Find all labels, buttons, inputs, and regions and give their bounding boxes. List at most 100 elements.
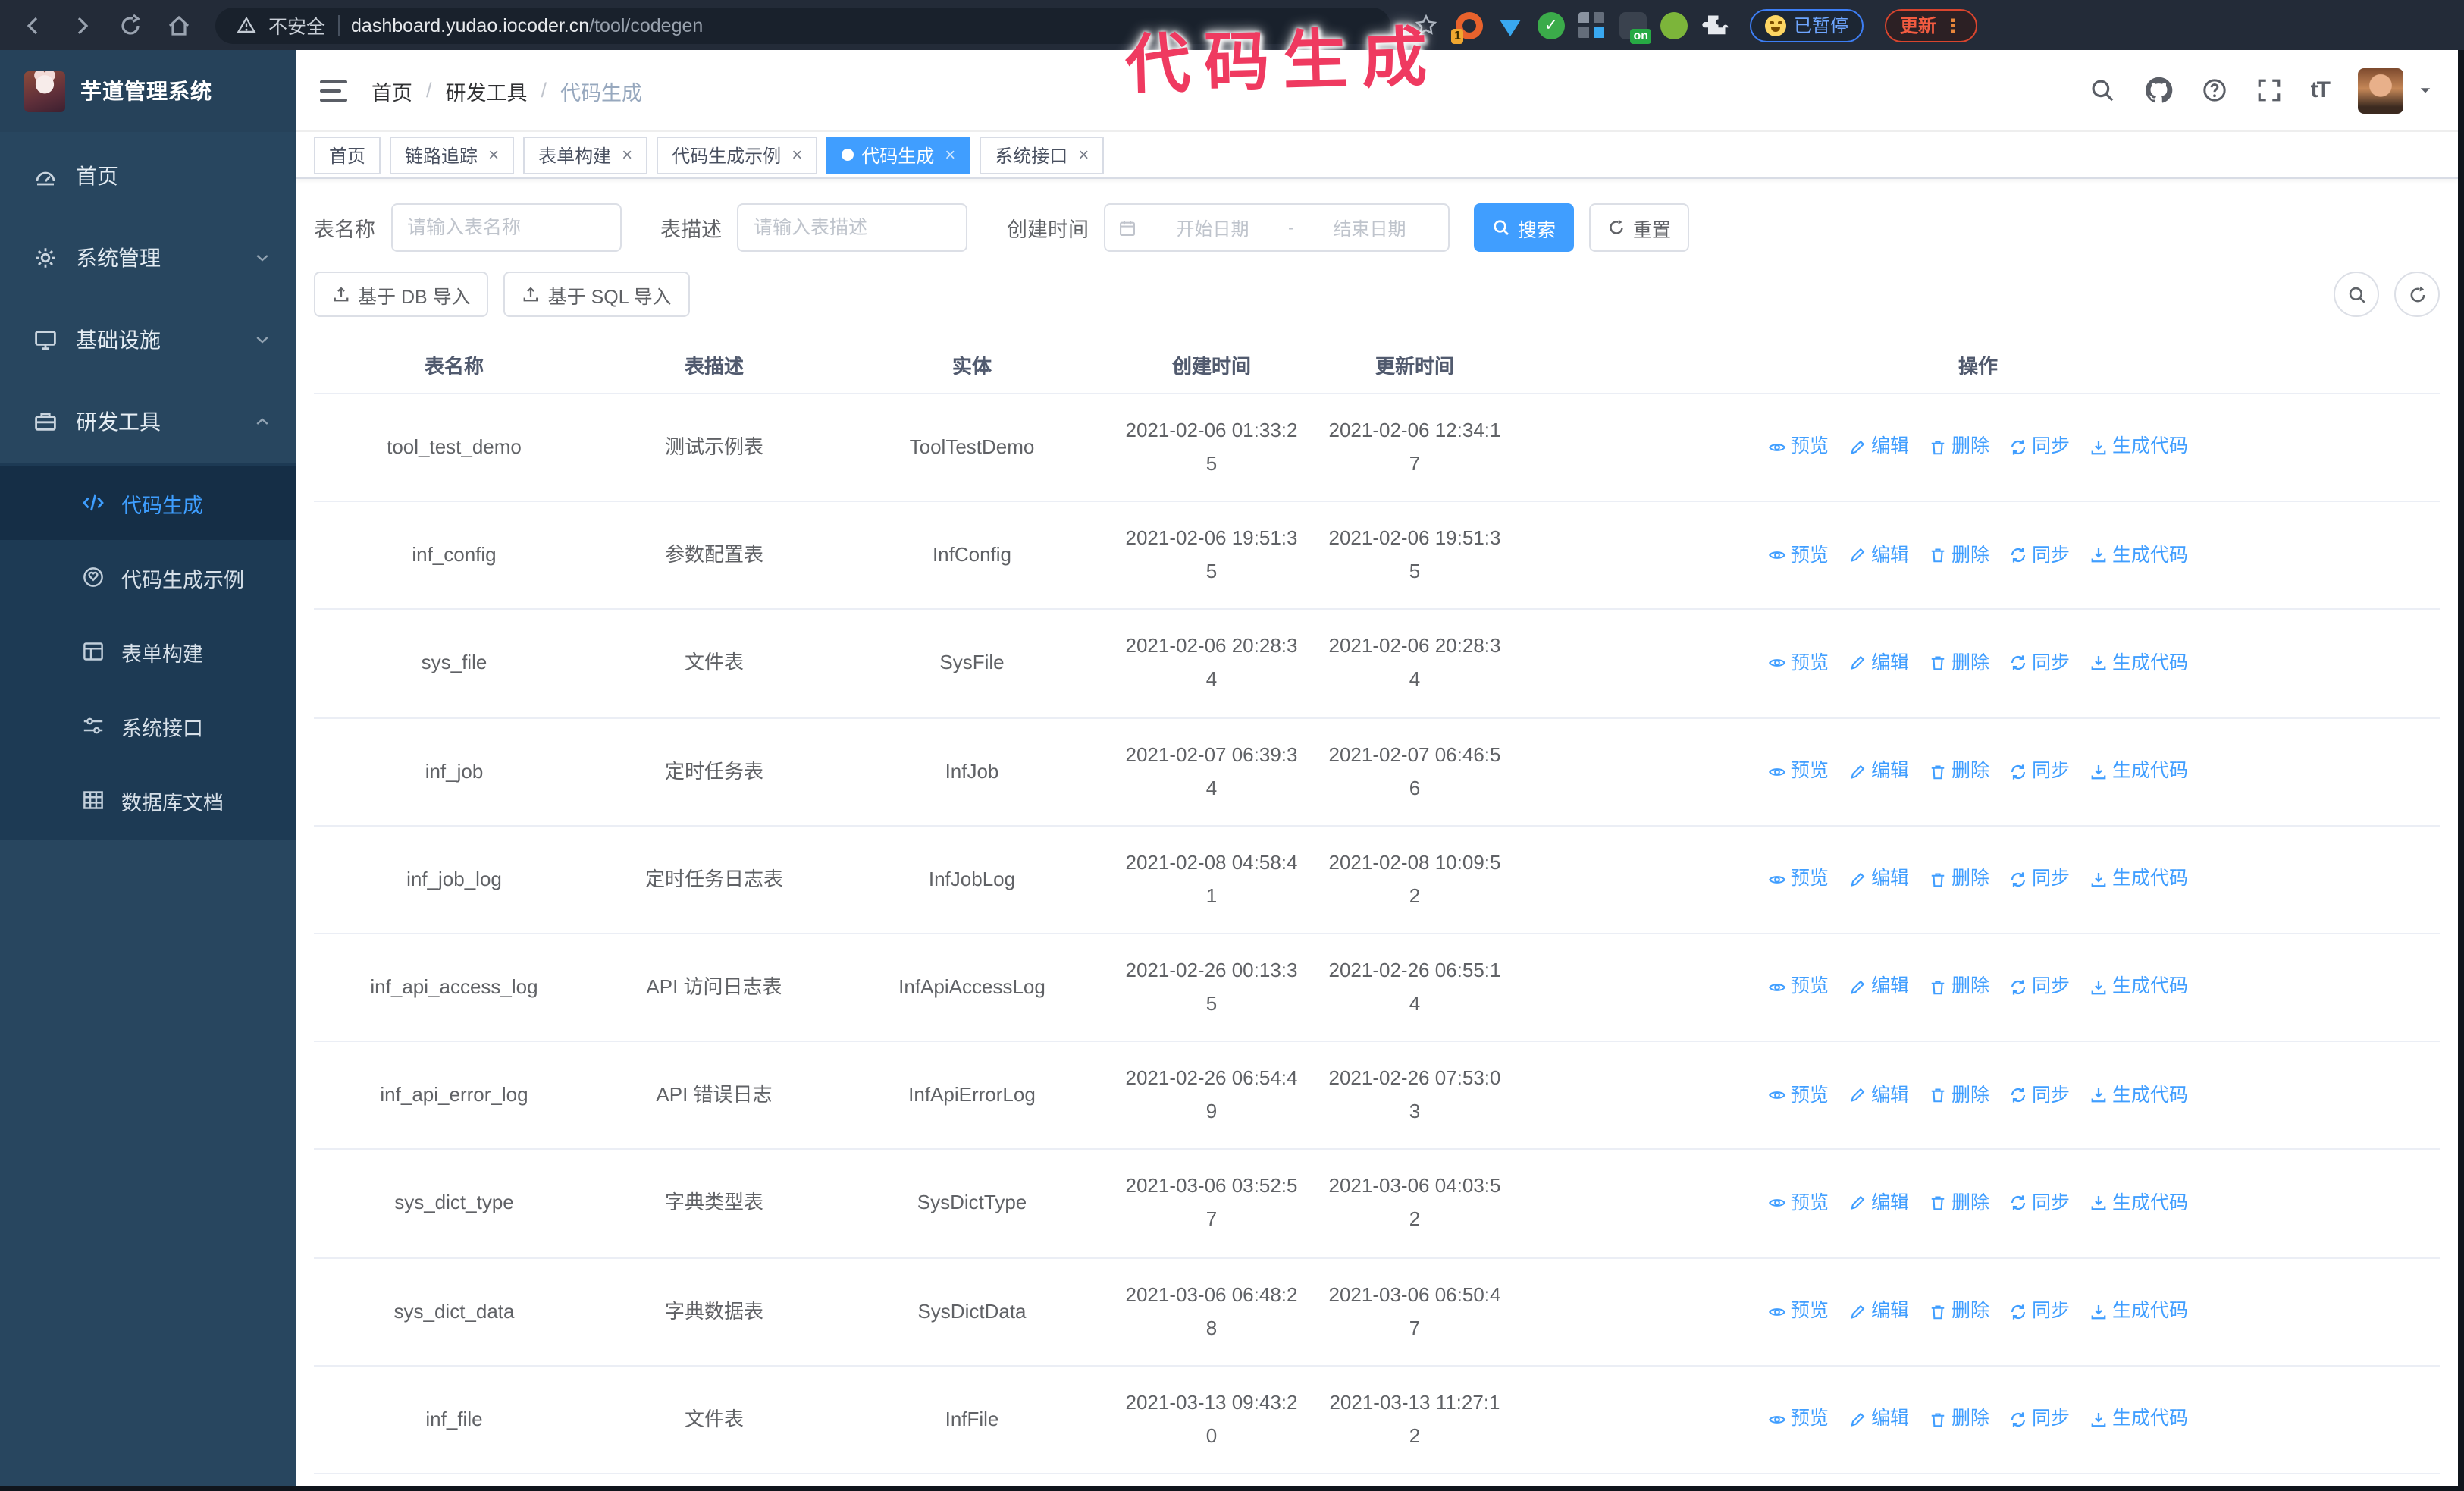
tab-代码生成示例[interactable]: 代码生成示例 ×	[657, 136, 818, 174]
import-sql-button[interactable]: 基于 SQL 导入	[503, 272, 690, 317]
action-编辑-link[interactable]: 编辑	[1848, 972, 1909, 1004]
action-同步-link[interactable]: 同步	[2009, 1403, 2070, 1436]
action-编辑-link[interactable]: 编辑	[1848, 1403, 1909, 1436]
action-预览-link[interactable]: 预览	[1768, 648, 1829, 680]
sidebar-item-代码生成示例[interactable]: 代码生成示例	[0, 540, 296, 614]
action-删除-link[interactable]: 删除	[1929, 1403, 1989, 1436]
url-bar[interactable]: 不安全 dashboard.yudao.iocoder.cn/tool/code…	[215, 7, 1390, 43]
action-生成代码-link[interactable]: 生成代码	[2089, 863, 2188, 896]
import-db-button[interactable]: 基于 DB 导入	[314, 272, 489, 317]
home-icon[interactable]	[167, 13, 191, 37]
action-同步-link[interactable]: 同步	[2009, 1079, 2070, 1112]
github-icon[interactable]	[2144, 76, 2173, 105]
action-生成代码-link[interactable]: 生成代码	[2089, 1188, 2188, 1220]
date-end-placeholder[interactable]: 结束日期	[1303, 215, 1436, 240]
action-生成代码-link[interactable]: 生成代码	[2089, 539, 2188, 572]
tab-close-icon[interactable]: ×	[792, 144, 802, 165]
action-同步-link[interactable]: 同步	[2009, 863, 2070, 896]
sidebar-item-表单构建[interactable]: 表单构建	[0, 614, 296, 689]
extension-green-icon[interactable]	[1660, 11, 1688, 39]
action-编辑-link[interactable]: 编辑	[1848, 648, 1909, 680]
action-编辑-link[interactable]: 编辑	[1848, 1188, 1909, 1220]
hamburger-icon[interactable]	[320, 80, 347, 101]
sidebar-item-首页[interactable]: 首页	[0, 135, 296, 217]
refresh-table-button[interactable]	[2394, 272, 2440, 317]
font-size-icon[interactable]: tT	[2311, 77, 2331, 103]
tab-表单构建[interactable]: 表单构建 ×	[523, 136, 648, 174]
action-生成代码-link[interactable]: 生成代码	[2089, 972, 2188, 1004]
search-button[interactable]: 搜索	[1474, 203, 1575, 252]
extension-orange-icon[interactable]: 1	[1451, 11, 1483, 43]
breadcrumb-dev-tools[interactable]: 研发工具	[446, 75, 528, 105]
action-预览-link[interactable]: 预览	[1768, 1403, 1829, 1436]
action-删除-link[interactable]: 删除	[1929, 1295, 1989, 1328]
logo-area[interactable]: 芋道管理系统	[0, 50, 296, 132]
forward-icon[interactable]	[70, 13, 94, 37]
action-删除-link[interactable]: 删除	[1929, 648, 1989, 680]
action-生成代码-link[interactable]: 生成代码	[2089, 432, 2188, 464]
action-生成代码-link[interactable]: 生成代码	[2089, 1079, 2188, 1112]
extension-gem-icon[interactable]	[1497, 11, 1524, 39]
action-同步-link[interactable]: 同步	[2009, 432, 2070, 464]
action-同步-link[interactable]: 同步	[2009, 972, 2070, 1004]
action-删除-link[interactable]: 删除	[1929, 755, 1989, 788]
profile-paused-badge[interactable]: 已暂停	[1750, 8, 1864, 42]
avatar-caret-down-icon[interactable]	[2417, 82, 2434, 99]
action-同步-link[interactable]: 同步	[2009, 648, 2070, 680]
table-desc-input[interactable]	[737, 203, 967, 252]
action-删除-link[interactable]: 删除	[1929, 432, 1989, 464]
action-预览-link[interactable]: 预览	[1768, 1079, 1829, 1112]
browser-update-button[interactable]: 更新 ⋮	[1885, 8, 1978, 42]
date-range-picker[interactable]: 开始日期 - 结束日期	[1104, 203, 1450, 252]
sidebar-item-研发工具[interactable]: 研发工具	[0, 381, 296, 463]
action-预览-link[interactable]: 预览	[1768, 539, 1829, 572]
reload-icon[interactable]	[118, 13, 143, 37]
extension-check-icon[interactable]: ✓	[1538, 11, 1565, 39]
action-预览-link[interactable]: 预览	[1768, 1295, 1829, 1328]
tab-首页[interactable]: 首页	[314, 136, 381, 174]
tab-代码生成[interactable]: 代码生成 ×	[826, 136, 971, 174]
help-icon[interactable]	[2202, 77, 2227, 103]
reset-button[interactable]: 重置	[1589, 203, 1690, 252]
action-编辑-link[interactable]: 编辑	[1848, 432, 1909, 464]
action-同步-link[interactable]: 同步	[2009, 755, 2070, 788]
action-编辑-link[interactable]: 编辑	[1848, 539, 1909, 572]
tab-链路追踪[interactable]: 链路追踪 ×	[390, 136, 515, 174]
action-生成代码-link[interactable]: 生成代码	[2089, 1403, 2188, 1436]
sidebar-item-系统管理[interactable]: 系统管理	[0, 217, 296, 299]
action-编辑-link[interactable]: 编辑	[1848, 863, 1909, 896]
action-预览-link[interactable]: 预览	[1768, 432, 1829, 464]
fullscreen-icon[interactable]	[2256, 77, 2282, 103]
action-预览-link[interactable]: 预览	[1768, 863, 1829, 896]
action-生成代码-link[interactable]: 生成代码	[2089, 755, 2188, 788]
table-name-input[interactable]	[390, 203, 621, 252]
extension-switch-icon[interactable]: on	[1619, 11, 1651, 43]
action-同步-link[interactable]: 同步	[2009, 1188, 2070, 1220]
breadcrumb-home[interactable]: 首页	[371, 75, 412, 105]
action-生成代码-link[interactable]: 生成代码	[2089, 648, 2188, 680]
sidebar-item-代码生成[interactable]: 代码生成	[0, 466, 296, 540]
action-删除-link[interactable]: 删除	[1929, 539, 1989, 572]
action-同步-link[interactable]: 同步	[2009, 539, 2070, 572]
action-删除-link[interactable]: 删除	[1929, 972, 1989, 1004]
url-text[interactable]: dashboard.yudao.iocoder.cn/tool/codegen	[351, 11, 703, 39]
extensions-puzzle-icon[interactable]	[1701, 11, 1729, 39]
security-label[interactable]: 不安全	[268, 11, 325, 39]
sidebar-item-数据库文档[interactable]: 数据库文档	[0, 763, 296, 837]
action-生成代码-link[interactable]: 生成代码	[2089, 1295, 2188, 1328]
action-编辑-link[interactable]: 编辑	[1848, 1079, 1909, 1112]
not-secure-warning-icon[interactable]	[237, 15, 256, 35]
tab-close-icon[interactable]: ×	[622, 144, 632, 165]
action-预览-link[interactable]: 预览	[1768, 1188, 1829, 1220]
action-预览-link[interactable]: 预览	[1768, 972, 1829, 1004]
action-编辑-link[interactable]: 编辑	[1848, 755, 1909, 788]
date-start-placeholder[interactable]: 开始日期	[1146, 215, 1279, 240]
action-删除-link[interactable]: 删除	[1929, 1188, 1989, 1220]
tab-close-icon[interactable]: ×	[1078, 144, 1089, 165]
back-icon[interactable]	[21, 13, 45, 37]
action-同步-link[interactable]: 同步	[2009, 1295, 2070, 1328]
extension-grid-icon[interactable]	[1578, 11, 1606, 39]
header-search-icon[interactable]	[2089, 77, 2115, 103]
avatar[interactable]	[2358, 67, 2403, 113]
browser-menu-dots-icon[interactable]: ⋮	[1944, 16, 1962, 34]
